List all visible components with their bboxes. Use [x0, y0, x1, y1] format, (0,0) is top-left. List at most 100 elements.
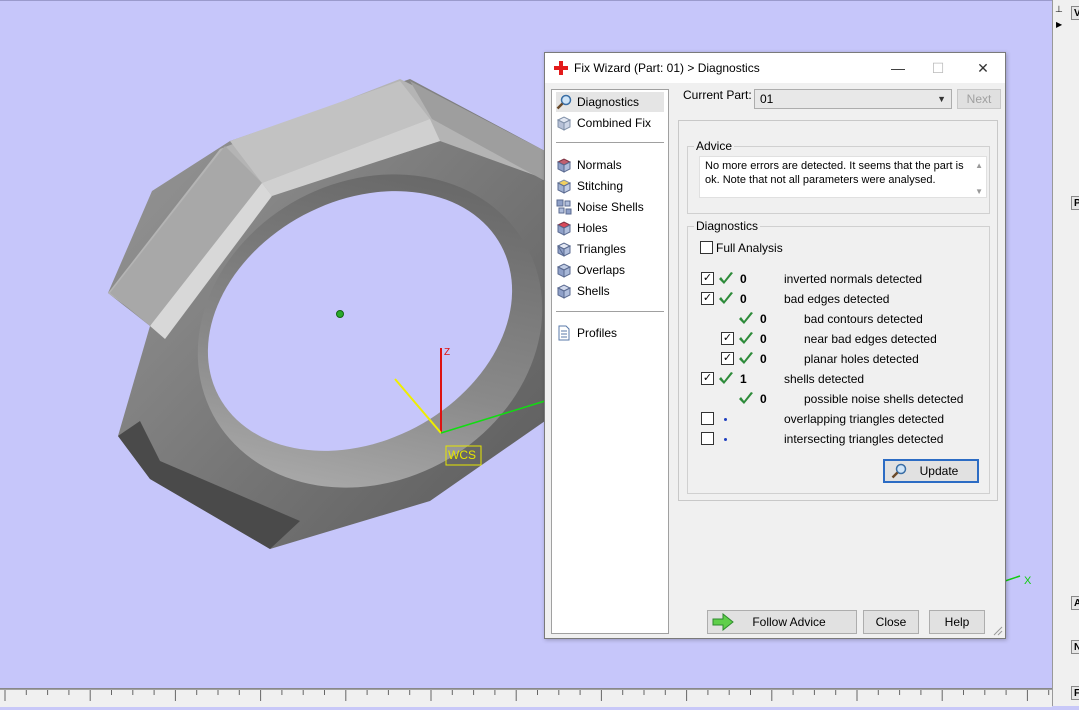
dialog-title: Fix Wizard (Part: 01) > Diagnostics — [574, 61, 760, 75]
current-part-select[interactable]: 01 ▼ — [754, 89, 952, 109]
cube-icon — [556, 116, 572, 131]
fix-wizard-dialog: Fix Wizard (Part: 01) > Diagnostics — ☐ … — [544, 52, 1006, 639]
dock-tab-a[interactable]: A — [1071, 596, 1079, 610]
diag-row-count: 0 — [760, 392, 767, 406]
noise-shells-icon — [556, 199, 572, 215]
nav-item-normals[interactable]: Normals — [556, 155, 664, 175]
title-bar[interactable]: Fix Wizard (Part: 01) > Diagnostics — ☐ … — [545, 53, 1005, 83]
nav-label: Overlaps — [577, 263, 626, 277]
update-button[interactable]: Update — [883, 459, 979, 483]
diagnostics-panel: Advice No more errors are detected. It s… — [678, 120, 998, 501]
nav-item-triangles[interactable]: Triangles — [556, 239, 664, 259]
triangles-icon — [556, 242, 572, 257]
diag-row-count: 0 — [740, 292, 747, 306]
diag-row-label: inverted normals detected — [784, 272, 923, 286]
green-check-icon — [739, 392, 753, 404]
nav-item-profiles[interactable]: Profiles — [556, 323, 664, 343]
expand-arrow-icon[interactable]: ▶ — [1056, 20, 1062, 29]
diag-row-label: possible noise shells detected — [804, 392, 964, 406]
diag-row-checkbox[interactable]: ✓ — [701, 372, 714, 385]
pending-dot-icon — [724, 438, 727, 441]
nav-item-diagnostics[interactable]: Diagnostics — [556, 92, 664, 112]
current-part-label: Current Part: — [683, 88, 752, 102]
diag-row-checkbox[interactable]: ✓ — [701, 292, 714, 305]
diagnostics-group: Diagnostics Full Analysis ✓ 0 inverted nor… — [687, 219, 990, 494]
current-part-value: 01 — [760, 92, 774, 106]
nav-label: Profiles — [577, 326, 618, 340]
right-dock-panel: ⊥ ▶ V P A N F — [1052, 0, 1079, 706]
nav-item-stitching[interactable]: Stitching — [556, 176, 664, 196]
scroll-down-icon[interactable]: ▼ — [975, 185, 983, 199]
normals-icon — [556, 158, 572, 173]
green-check-icon — [719, 372, 733, 384]
diag-row-label: near bad edges detected — [804, 332, 937, 346]
shells-icon — [556, 284, 572, 299]
dock-tab-f[interactable]: F — [1071, 686, 1079, 700]
diag-row-checkbox[interactable] — [701, 432, 714, 445]
diag-row-label: bad contours detected — [804, 312, 923, 326]
advice-group: Advice No more errors are detected. It s… — [687, 139, 990, 214]
close-window-button[interactable]: ✕ — [963, 57, 1003, 79]
green-check-icon — [719, 292, 733, 304]
green-check-icon — [739, 332, 753, 344]
diag-row-label: overlapping triangles detected — [784, 412, 945, 426]
magnifier-icon — [891, 463, 907, 479]
dock-tab-p[interactable]: P — [1071, 196, 1079, 210]
pin-icon[interactable]: ⊥ — [1055, 4, 1063, 15]
nav-label: Normals — [577, 158, 622, 172]
nav-label: Stitching — [577, 179, 624, 193]
diag-row-count: 0 — [760, 332, 767, 346]
nav-item-overlaps[interactable]: Overlaps — [556, 260, 664, 280]
scroll-up-icon[interactable]: ▲ — [975, 159, 983, 173]
axis-x-label: X — [1024, 575, 1032, 587]
diag-row-checkbox[interactable]: ✓ — [721, 332, 734, 345]
diag-row-checkbox[interactable]: ✓ — [721, 352, 734, 365]
nav-label: Noise Shells — [577, 200, 644, 214]
green-check-icon — [719, 272, 733, 284]
maximize-button[interactable]: ☐ — [918, 57, 958, 79]
update-label: Update — [919, 464, 959, 478]
diag-row-label: planar holes detected — [804, 352, 919, 366]
chevron-down-icon: ▼ — [937, 94, 946, 104]
nav-label: Combined Fix — [577, 116, 652, 130]
nav-label: Triangles — [577, 242, 626, 256]
pending-dot-icon — [724, 418, 727, 421]
advice-textbox[interactable]: No more errors are detected. It seems th… — [699, 156, 987, 198]
minimize-button[interactable]: — — [878, 57, 918, 79]
dock-tab-n[interactable]: N — [1071, 640, 1079, 654]
nav-divider — [556, 311, 664, 312]
diag-row-checkbox[interactable]: ✓ — [701, 272, 714, 285]
diag-row-label: intersecting triangles detected — [784, 432, 944, 446]
close-button[interactable]: Close — [863, 610, 919, 634]
nav-item-holes[interactable]: Holes — [556, 218, 664, 238]
nav-label: Shells — [577, 284, 610, 298]
wcs-label: WCS — [448, 448, 476, 462]
full-analysis-label: Full Analysis — [716, 241, 783, 255]
diag-row-checkbox[interactable] — [701, 412, 714, 425]
nav-label: Diagnostics — [577, 95, 640, 109]
overlaps-icon — [556, 263, 572, 278]
nav-item-combined-fix[interactable]: Combined Fix — [556, 113, 664, 133]
nav-label: Holes — [577, 221, 608, 235]
follow-advice-button[interactable]: Follow Advice — [707, 610, 857, 634]
holes-icon — [556, 221, 572, 236]
green-arrow-icon — [712, 613, 734, 631]
nav-item-shells[interactable]: Shells — [556, 281, 664, 301]
next-button[interactable]: Next — [957, 89, 1001, 109]
advice-title: Advice — [694, 139, 735, 153]
stitching-icon — [556, 179, 572, 194]
advice-text: No more errors are detected. It seems th… — [705, 160, 964, 186]
diag-row-label: bad edges detected — [784, 292, 890, 306]
help-button[interactable]: Help — [929, 610, 985, 634]
nav-item-noise-shells[interactable]: Noise Shells — [556, 197, 664, 217]
dock-tab-v[interactable]: V — [1071, 6, 1079, 20]
red-cross-icon — [554, 61, 568, 75]
resize-grip-icon[interactable] — [993, 626, 1003, 636]
diag-row-count: 0 — [740, 272, 747, 286]
document-icon — [558, 325, 570, 341]
full-analysis-checkbox[interactable] — [700, 241, 713, 254]
bottom-ruler — [0, 688, 1052, 707]
green-check-icon — [739, 352, 753, 364]
magnifier-icon — [556, 94, 572, 110]
diagnostics-title: Diagnostics — [694, 219, 761, 233]
